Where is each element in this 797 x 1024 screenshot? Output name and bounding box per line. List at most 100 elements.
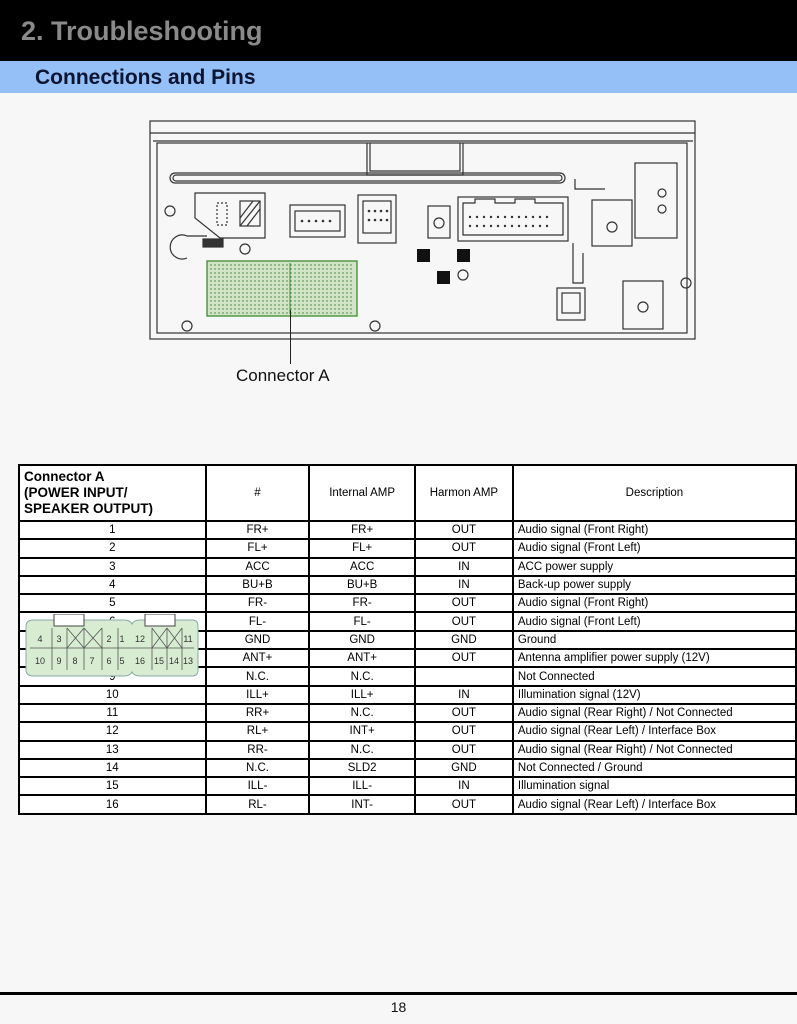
signal-description: Antenna amplifier power supply (12V) bbox=[511, 648, 797, 669]
internal-amp-signal: N.C. bbox=[204, 757, 311, 779]
pin-number: 10 bbox=[18, 684, 207, 705]
signal-description: ACC power supply bbox=[511, 556, 797, 577]
signal-direction: OUT bbox=[413, 794, 514, 815]
signal-direction: GND bbox=[413, 757, 514, 779]
harmon-amp-signal: ACC bbox=[308, 556, 416, 577]
internal-amp-signal: FL+ bbox=[204, 538, 311, 559]
subsection-header-bar: Connections and Pins bbox=[0, 61, 797, 93]
pin-number: 15 bbox=[18, 776, 207, 797]
connector-pin-label: 10 bbox=[35, 656, 45, 666]
pin-table: Connector A (POWER INPUT/ SPEAKER OUTPUT… bbox=[18, 464, 797, 815]
section-header-bar: 2. Troubleshooting bbox=[0, 0, 797, 61]
signal-description: Audio signal (Front Right) bbox=[511, 593, 797, 614]
signal-description: Audio signal (Front Left) bbox=[511, 538, 797, 559]
pin-row: 12 RL+ INT+ OUT Audio signal (Rear Left) / I… bbox=[18, 721, 797, 742]
signal-description: Audio signal (Front Left) bbox=[511, 611, 797, 632]
harmon-amp-signal: FR+ bbox=[308, 519, 416, 541]
internal-amp-signal: FL- bbox=[204, 611, 311, 632]
internal-amp-signal: ILL- bbox=[204, 776, 311, 797]
header-num: # bbox=[204, 464, 311, 522]
connector-pin-label: 3 bbox=[56, 634, 61, 644]
pin-number: 16 bbox=[18, 794, 207, 815]
harmon-amp-signal: INT+ bbox=[308, 721, 416, 742]
connector-info-cell: Connector A (POWER INPUT/ SPEAKER OUTPUT… bbox=[18, 464, 207, 677]
connector-pin-label: 12 bbox=[135, 634, 145, 644]
signal-description: Audio signal (Rear Left) / Interface Box bbox=[511, 794, 797, 815]
head-unit-rear-diagram bbox=[149, 120, 696, 340]
pin-number: 2 bbox=[18, 538, 207, 559]
internal-amp-signal: RL+ bbox=[204, 721, 311, 742]
connector-pin-label: 15 bbox=[154, 656, 164, 666]
signal-description: Audio signal (Front Right) bbox=[511, 519, 797, 541]
internal-amp-signal: BU+B bbox=[204, 574, 311, 596]
harmon-amp-signal: N.C. bbox=[308, 739, 416, 760]
connector-pin-label: 2 bbox=[106, 634, 111, 644]
internal-amp-signal: RL- bbox=[204, 794, 311, 815]
callout-leader-line bbox=[290, 310, 291, 364]
internal-amp-signal: FR+ bbox=[204, 519, 311, 541]
signal-direction: IN bbox=[413, 776, 514, 797]
signal-direction: OUT bbox=[413, 739, 514, 760]
connector-pin-label: 7 bbox=[89, 656, 94, 666]
connector-title-line-2: (POWER INPUT/ bbox=[24, 485, 128, 500]
signal-direction: OUT bbox=[413, 648, 514, 669]
signal-direction: IN bbox=[413, 556, 514, 577]
signal-direction: OUT bbox=[413, 519, 514, 541]
signal-direction bbox=[413, 666, 514, 687]
pin-row: 2 FL+ FL+ OUT Audio signal (Front Left) bbox=[18, 538, 797, 559]
harmon-amp-signal: FL- bbox=[308, 611, 416, 632]
pin-number: 11 bbox=[18, 702, 207, 724]
table-header-row: Connector A (POWER INPUT/ SPEAKER OUTPUT… bbox=[18, 464, 797, 677]
signal-description: Illumination signal bbox=[511, 776, 797, 797]
signal-direction: OUT bbox=[413, 538, 514, 559]
harmon-amp-signal: N.C. bbox=[308, 666, 416, 687]
connector-a-pinout-thumbnail: 4 3 2 1 12 11 10 9 8 7 6 5 16 15 14 13 bbox=[25, 614, 199, 677]
harmon-amp-signal: INT- bbox=[308, 794, 416, 815]
signal-direction: IN bbox=[413, 684, 514, 705]
internal-amp-signal: ILL+ bbox=[204, 684, 311, 705]
pin-row: 14 N.C. SLD2 GND Not Connected / Ground bbox=[18, 757, 797, 779]
internal-amp-signal: FR- bbox=[204, 593, 311, 614]
harmon-amp-signal: ILL- bbox=[308, 776, 416, 797]
signal-description: Audio signal (Rear Right) / Not Connecte… bbox=[511, 739, 797, 760]
pin-number: 1 bbox=[18, 519, 207, 541]
connector-pin-label: 6 bbox=[106, 656, 111, 666]
signal-description: Back-up power supply bbox=[511, 574, 797, 596]
internal-amp-signal: N.C. bbox=[204, 666, 311, 687]
pin-number: 3 bbox=[18, 556, 207, 577]
pin-number: 12 bbox=[18, 721, 207, 742]
internal-amp-signal: ACC bbox=[204, 556, 311, 577]
harmon-amp-signal: ILL+ bbox=[308, 684, 416, 705]
footer-divider bbox=[0, 992, 797, 995]
pin-row: 10 ILL+ ILL+ IN Illumination signal (12V) bbox=[18, 684, 797, 705]
pin-number: 13 bbox=[18, 739, 207, 760]
connector-pin-label: 13 bbox=[183, 656, 193, 666]
connector-title-line-1: Connector A bbox=[24, 469, 105, 484]
signal-direction: OUT bbox=[413, 721, 514, 742]
harmon-amp-signal: ANT+ bbox=[308, 648, 416, 669]
signal-description: Ground bbox=[511, 629, 797, 651]
signal-description: Illumination signal (12V) bbox=[511, 684, 797, 705]
internal-amp-signal: GND bbox=[204, 629, 311, 651]
connector-title-line-3: SPEAKER OUTPUT) bbox=[24, 501, 154, 516]
pin-row: 16 RL- INT- OUT Audio signal (Rear Left) / I… bbox=[18, 794, 797, 815]
pin-row: 13 RR- N.C. OUT Audio signal (Rear Right) / … bbox=[18, 739, 797, 760]
section-title: 2. Troubleshooting bbox=[21, 16, 263, 46]
connector-pin-label: 1 bbox=[119, 634, 124, 644]
connector-pin-label: 8 bbox=[72, 656, 77, 666]
connector-a-callout-label: Connector A bbox=[236, 366, 330, 385]
header-harmon-amp: Harmon AMP bbox=[413, 464, 514, 522]
pin-row: 1 FR+ FR+ OUT Audio signal (Front Right) bbox=[18, 519, 797, 541]
connector-pin-label: 11 bbox=[183, 634, 192, 644]
harmon-amp-signal: SLD2 bbox=[308, 757, 416, 779]
pin-row: 11 RR+ N.C. OUT Audio signal (Rear Right) / … bbox=[18, 702, 797, 724]
header-description: Description bbox=[511, 464, 797, 522]
pin-number: 14 bbox=[18, 757, 207, 779]
subsection-title: Connections and Pins bbox=[35, 66, 256, 89]
pin-row: 4 BU+B BU+B IN Back-up power supply bbox=[18, 574, 797, 596]
connector-pin-label: 16 bbox=[135, 656, 145, 666]
signal-direction: GND bbox=[413, 629, 514, 651]
signal-description: Audio signal (Rear Left) / Interface Box bbox=[511, 721, 797, 742]
pin-number: 5 bbox=[18, 593, 207, 614]
pin-row: 15 ILL- ILL- IN Illumination signal bbox=[18, 776, 797, 797]
